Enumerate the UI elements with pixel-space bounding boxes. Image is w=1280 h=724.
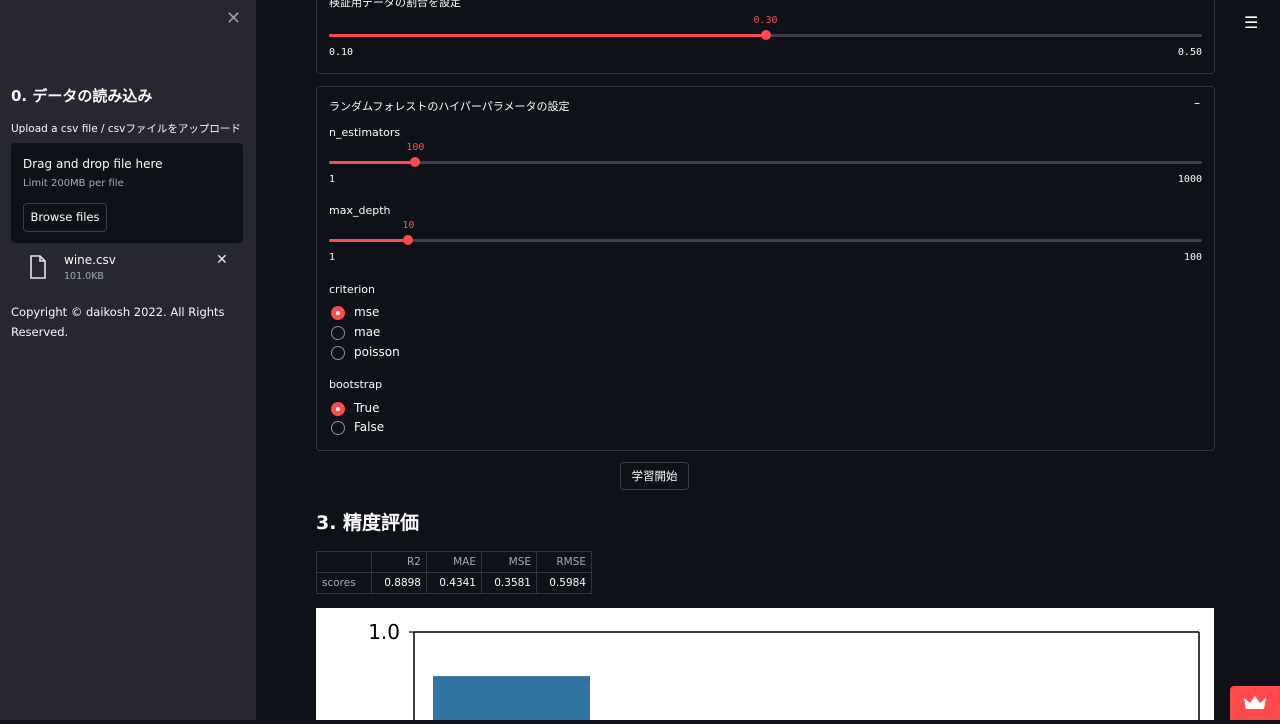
hamburger-menu-icon[interactable]: ☰ [1244, 13, 1260, 32]
slider-fill [329, 161, 416, 164]
slider-max: 0.50 [1177, 47, 1202, 58]
slider-max: 100 [1183, 252, 1202, 263]
radio-circle [331, 346, 345, 360]
streamlit-badge[interactable] [1230, 686, 1280, 720]
evaluation-chart: 1.0 [316, 608, 1214, 720]
radio-label: mse [354, 305, 380, 319]
row-header: scores [316, 572, 372, 594]
validation-ratio-slider[interactable]: 0.30 0.10 0.50 [329, 15, 1202, 61]
train-start-button[interactable]: 学習開始 [620, 462, 689, 490]
upload-label: Upload a csv file / csvファイルをアップロード [11, 123, 241, 135]
radio-label: True [354, 401, 380, 415]
radio-label: poisson [354, 345, 400, 359]
scores-table: R2 MAE MSE RMSE scores 0.8898 0.4341 0.3… [316, 551, 592, 594]
bootstrap-label: bootstrap [329, 378, 383, 391]
slider-fill [329, 34, 766, 37]
slider-value: 0.30 [753, 15, 778, 26]
table-header-cell: MSE [481, 551, 537, 573]
n-estimators-slider[interactable]: 100 1 1000 [329, 142, 1202, 188]
slider-value: 10 [402, 220, 415, 231]
max-depth-label: max_depth [329, 204, 391, 217]
bar-R2 [433, 676, 590, 720]
evaluation-title: 3. 精度評価 [316, 512, 420, 534]
table-header-cell: MAE [426, 551, 482, 573]
radio-label: False [354, 420, 385, 434]
rf-panel-header[interactable]: ランダムフォレストのハイパーパラメータの設定 [329, 98, 569, 114]
rf-hyperparams-panel: ランダムフォレストのハイパーパラメータの設定 – n_estimators 10… [316, 86, 1215, 451]
slider-track [329, 239, 1202, 242]
table-row: scores 0.8898 0.4341 0.3581 0.5984 [316, 572, 592, 594]
collapse-toggle[interactable]: – [1194, 96, 1200, 110]
evaluation-chart-svg: 1.0 [368, 620, 1200, 720]
crown-icon [1244, 696, 1266, 709]
sidebar: ✕ 0. データの読み込み Upload a csv file / csvファイ… [0, 0, 256, 720]
slider-max: 1000 [1177, 174, 1202, 185]
browse-files-button[interactable]: Browse files [23, 203, 107, 232]
slider-track [329, 161, 1202, 164]
dropzone-limit: Limit 200MB per file [23, 178, 124, 189]
radio-circle [331, 326, 345, 340]
table-cell: 0.3581 [481, 572, 537, 594]
slider-min: 0.10 [329, 47, 354, 58]
slider-min: 1 [329, 174, 336, 185]
uploaded-file-name: wine.csv [64, 253, 116, 267]
n-estimators-label: n_estimators [329, 126, 401, 139]
dropzone-title: Drag and drop file here [23, 157, 163, 171]
table-header-row: R2 MAE MSE RMSE [316, 551, 592, 573]
table-cell: 0.8898 [371, 572, 427, 594]
validation-panel: 検証用データの割合を設定 0.30 0.10 0.50 [316, 0, 1215, 74]
slider-value: 100 [406, 142, 425, 153]
copyright-text: Copyright © daikosh 2022. All Rights Res… [11, 305, 225, 339]
table-cell: 0.5984 [536, 572, 592, 594]
validation-ratio-label: 検証用データの割合を設定 [329, 0, 461, 9]
radio-circle [331, 306, 345, 320]
slider-fill [329, 239, 409, 242]
radio-label: mae [354, 325, 381, 339]
slider-thumb[interactable] [760, 30, 771, 40]
radio-circle [331, 421, 345, 435]
table-cell: 0.4341 [426, 572, 482, 594]
slider-thumb[interactable] [403, 235, 414, 245]
table-header-cell: R2 [371, 551, 427, 573]
max-depth-slider[interactable]: 10 1 100 [329, 220, 1202, 266]
file-dropzone[interactable]: Drag and drop file here Limit 200MB per … [11, 143, 243, 243]
table-header-cell: RMSE [536, 551, 592, 573]
file-icon [30, 255, 46, 279]
criterion-label: criterion [329, 283, 375, 296]
slider-min: 1 [329, 252, 336, 263]
y-tick-label: 1.0 [368, 620, 400, 644]
radio-circle [331, 402, 345, 416]
load-heading: 0. データの読み込み [11, 87, 153, 105]
remove-file-icon[interactable]: ✕ [216, 252, 230, 268]
close-sidebar-icon[interactable]: ✕ [226, 10, 242, 28]
uploaded-file-size: 101.0KB [64, 271, 104, 282]
table-header-cell [316, 551, 372, 573]
slider-thumb[interactable] [410, 157, 421, 167]
